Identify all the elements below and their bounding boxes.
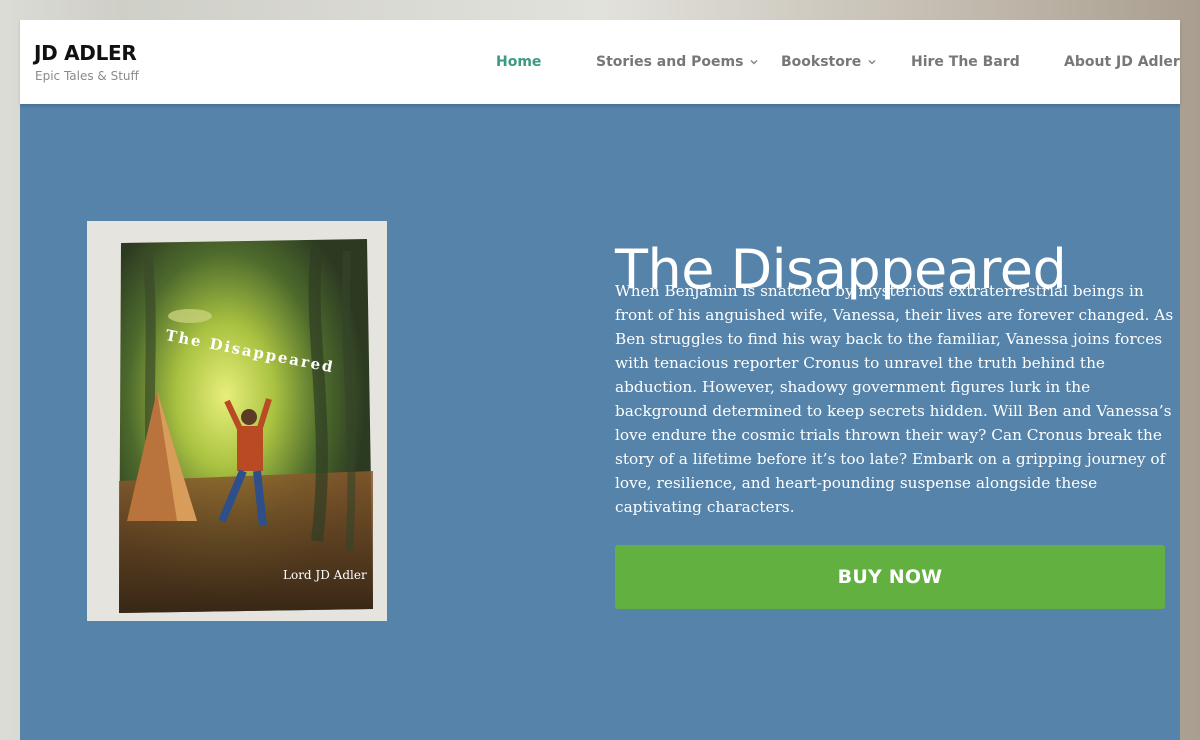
cover-author-text: Lord JD Adler [283,568,367,582]
nav-item-label: Home [496,54,542,70]
description-line: Ben struggles to find his way back to th… [615,330,1163,348]
nav-item-home[interactable]: Home [496,54,541,70]
site-header: JD ADLER Epic Tales & Stuff Home Stories… [20,20,1180,104]
description-line: background determined to keep secrets hi… [615,402,1172,420]
nav-item-bookstore[interactable]: Bookstore [781,54,877,70]
nav-item-label: About JD Adler [1064,54,1180,70]
description-line: with tenacious reporter Cronus to unrave… [615,354,1105,372]
buy-now-button[interactable]: BUY NOW [615,545,1165,609]
description-line: front of his anguished wife, Vanessa, th… [615,306,1174,324]
description-line: love endure the cosmic trials thrown the… [615,426,1162,444]
book-description: When Benjamin is snatched by mysterious … [615,279,1175,519]
chevron-down-icon [867,57,877,67]
nav-item-label: Hire The Bard [911,54,1020,70]
description-line: When Benjamin is snatched by mysterious … [615,282,1144,300]
book-cover-image: The Disappeared Lord JD Adler [87,221,387,621]
nav-item-about-jd-adler[interactable]: About JD Adler [1064,54,1180,70]
nav-item-label: Bookstore [781,54,862,70]
hero-section: JD ADLER Epic Tales & Stuff Home Stories… [20,20,1180,740]
description-line: abduction. However, shadowy government f… [615,378,1091,396]
description-line: story of a lifetime before it’s too late… [615,450,1166,468]
main-nav: Home Stories and Poems Bookstore Hire Th… [20,20,1180,104]
description-line: captivating characters. [615,498,795,516]
chevron-down-icon [749,57,759,67]
nav-item-label: Stories and Poems [596,54,744,70]
nav-item-stories-and-poems[interactable]: Stories and Poems [596,54,759,70]
description-line: love, resilience, and heart-pounding sus… [615,474,1098,492]
nav-item-hire-the-bard[interactable]: Hire The Bard [911,54,1020,70]
